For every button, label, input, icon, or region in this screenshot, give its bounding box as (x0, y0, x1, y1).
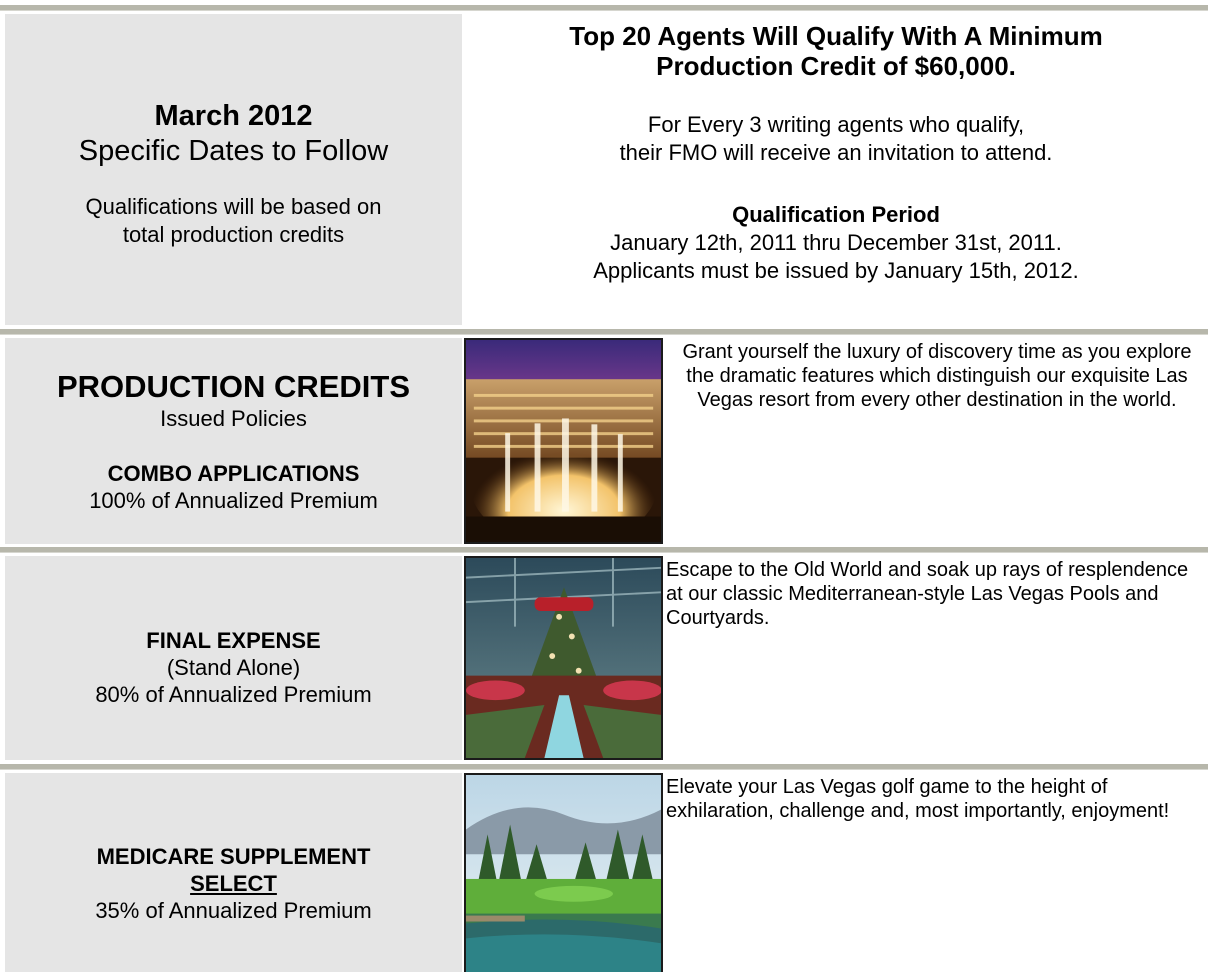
qualification-flyer: March 2012 Specific Dates to Follow Qual… (0, 0, 1208, 972)
divider (0, 764, 1208, 770)
category-final-expense: FINAL EXPENSE (146, 627, 321, 653)
fmo-line-1: For Every 3 writing agents who qualify, (647, 112, 1025, 137)
period-issued: Applicants must be issued by January 15t… (593, 258, 1079, 283)
rate-final-expense: 80% of Annualized Premium (95, 681, 372, 707)
credit-row-final-expense: FINAL EXPENSE (Stand Alone) 80% of Annua… (0, 556, 1208, 760)
credit-row-medicare: MEDICARE SUPPLEMENT SELECT 35% of Annual… (0, 773, 1208, 972)
qualification-note-1: Qualifications will be based on (85, 194, 382, 219)
credit-panel-final-expense: FINAL EXPENSE (Stand Alone) 80% of Annua… (5, 556, 462, 760)
golf-course-photo (464, 773, 663, 972)
description-combo: Grant yourself the luxury of discovery t… (682, 341, 1192, 411)
qualification-note-2: total production credits (122, 222, 345, 247)
period-title: Qualification Period (732, 202, 940, 227)
credit-panel-combo: PRODUCTION CREDITS Issued Policies COMBO… (5, 338, 462, 544)
production-credits-title: PRODUCTION CREDITS (56, 368, 411, 404)
header-row: March 2012 Specific Dates to Follow Qual… (0, 14, 1208, 325)
divider (0, 329, 1208, 335)
rate-combo: 100% of Annualized Premium (89, 487, 378, 513)
qualification-details: Top 20 Agents Will Qualify With A Minimu… (464, 14, 1208, 325)
event-subtitle: Specific Dates to Follow (78, 135, 389, 167)
qualifier-select: SELECT (190, 871, 277, 896)
issued-policies-label: Issued Policies (160, 405, 307, 431)
qualifier-stand-alone: (Stand Alone) (166, 654, 301, 680)
bellagio-fountain-photo (464, 338, 663, 544)
credit-panel-medicare: MEDICARE SUPPLEMENT SELECT 35% of Annual… (5, 773, 462, 972)
event-date-panel: March 2012 Specific Dates to Follow Qual… (5, 14, 462, 325)
category-medicare: MEDICARE SUPPLEMENT (96, 844, 371, 869)
headline-1: Top 20 Agents Will Qualify With A Minimu… (569, 21, 1103, 51)
headline-2: Production Credit of $60,000. (656, 51, 1016, 81)
credit-row-combo: PRODUCTION CREDITS Issued Policies COMBO… (0, 338, 1208, 544)
fmo-line-2: their FMO will receive an invitation to … (619, 140, 1053, 165)
rate-medicare: 35% of Annualized Premium (95, 898, 372, 923)
divider (0, 547, 1208, 553)
event-date: March 2012 (154, 100, 313, 132)
conservatory-photo (464, 556, 663, 760)
description-final-expense: Escape to the Old World and soak up rays… (666, 559, 1189, 629)
divider (0, 5, 1208, 11)
period-dates: January 12th, 2011 thru December 31st, 2… (610, 230, 1062, 255)
category-combo: COMBO APPLICATIONS (107, 460, 360, 486)
description-medicare: Elevate your Las Vegas golf game to the … (666, 776, 1170, 822)
